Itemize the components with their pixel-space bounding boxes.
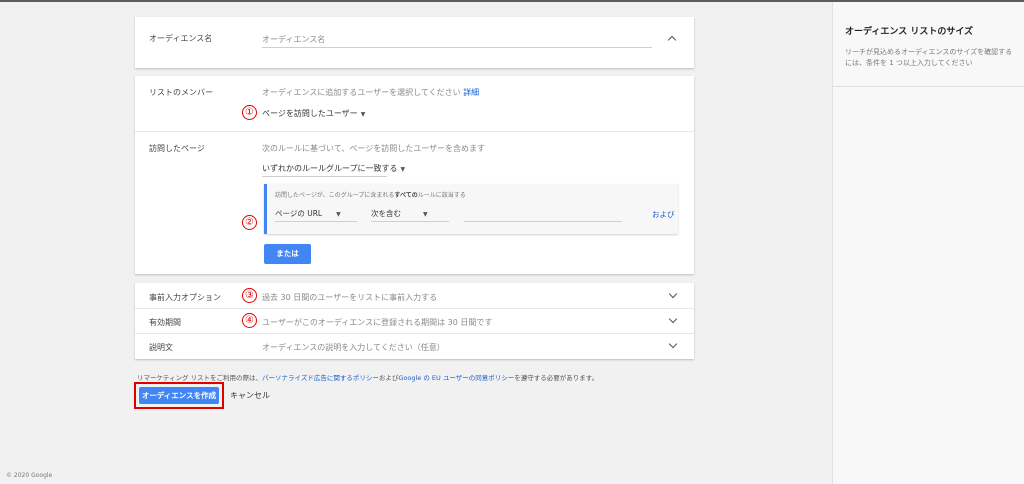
or-button[interactable]: または [264, 244, 311, 264]
audience-name-underline [262, 47, 652, 48]
rule-operator-underline [371, 221, 449, 222]
options-divider-1 [135, 308, 694, 309]
create-audience-button[interactable]: オーディエンスを作成 [139, 387, 219, 404]
group-match-select[interactable]: いずれかのルールグループに一致する ▼ [262, 163, 405, 174]
dropdown-arrow-icon: ▼ [423, 211, 428, 218]
visited-pages-hint: 次のルールに基づいて、ページを訪問したユーザーを含めます [262, 144, 486, 153]
members-details-link[interactable]: 詳細 [463, 88, 479, 97]
options-divider-2 [135, 333, 694, 334]
rule-operator-select[interactable]: 次を含む ▼ [371, 208, 428, 219]
options-card: 事前入力オプション ③ 過去 30 日間のユーザーをリストに事前入力する 有効期… [135, 283, 694, 359]
audience-name-input[interactable]: オーディエンス名 [262, 34, 325, 45]
chevron-down-icon[interactable] [668, 314, 678, 324]
dropdown-arrow-icon: ▼ [400, 166, 406, 173]
dropdown-arrow-icon: ▼ [336, 211, 341, 218]
audience-name-card: オーディエンス名 オーディエンス名 [135, 17, 694, 68]
prefill-label: 事前入力オプション [149, 293, 221, 302]
rule-group-desc-bold: すべての [394, 192, 418, 199]
and-link[interactable]: および [652, 209, 675, 220]
annotation-3: ③ [242, 288, 257, 303]
rule-field-value: ページの URL [275, 209, 323, 218]
members-card: リストのメンバー オーディエンスに追加するユーザーを選択してください 詳細 ① … [135, 76, 694, 274]
panel-divider [833, 86, 1024, 87]
members-select-value: ページを訪問したユーザー [262, 109, 358, 118]
chevron-down-icon[interactable] [668, 289, 678, 299]
notice-suffix: を遵守する必要があります。 [514, 374, 599, 382]
duration-label: 有効期間 [149, 318, 181, 327]
duration-value: ユーザーがこのオーディエンスに登録される期間は 30 日間です [262, 318, 493, 327]
audience-size-description: リーチが見込めるオーディエンスのサイズを確認するには、条件を 1 つ以上入力して… [845, 48, 1013, 67]
group-match-value: いずれかのルールグループに一致する [262, 164, 398, 173]
members-hint-text: オーディエンスに追加するユーザーを選択してください [262, 88, 461, 97]
prefill-value: 過去 30 日間のユーザーをリストに事前入力する [262, 293, 438, 302]
chevron-down-icon[interactable] [668, 339, 678, 349]
annotation-1: ① [242, 105, 257, 120]
rule-group: 訪問したページが、このグループに含まれるすべてのルールに該当する ページの UR… [264, 184, 678, 234]
members-select[interactable]: ページを訪問したユーザー ▼ [262, 108, 365, 119]
personalized-ads-policy-link[interactable]: パーソナライズド広告に関するポリシー [262, 374, 379, 382]
dropdown-arrow-icon: ▼ [360, 111, 366, 118]
cancel-button[interactable]: キャンセル [230, 390, 270, 401]
annotation-2: ② [242, 215, 257, 230]
copyright: © 2020 Google [6, 472, 53, 479]
rule-value-input[interactable] [464, 221, 622, 222]
annotation-4: ④ [242, 313, 257, 328]
audience-name-label: オーディエンス名 [149, 34, 213, 43]
policy-notice: リマーケティング リストをご利用の際は、パーソナライズド広告に関するポリシーおよ… [137, 372, 598, 382]
chevron-up-icon[interactable] [667, 35, 677, 45]
group-match-underline [262, 176, 387, 177]
notice-prefix: リマーケティング リストをご利用の際は、 [137, 374, 263, 382]
rule-group-description: 訪問したページが、このグループに含まれるすべてのルールに該当する [275, 190, 466, 199]
visited-pages-label: 訪問したページ [149, 144, 205, 153]
members-divider [135, 131, 694, 132]
rule-field-underline [275, 221, 357, 222]
rule-operator-value: 次を含む [371, 209, 401, 218]
description-label: 説明文 [149, 343, 173, 352]
notice-middle: および [378, 374, 399, 382]
audience-size-panel: オーディエンス リストのサイズ リーチが見込めるオーディエンスのサイズを確認する… [832, 2, 1024, 484]
audience-size-title: オーディエンス リストのサイズ [845, 27, 974, 37]
eu-consent-policy-link[interactable]: Google の EU ユーザーの同意ポリシー [398, 374, 514, 382]
rule-field-select[interactable]: ページの URL ▼ [275, 208, 341, 219]
members-label: リストのメンバー [149, 88, 213, 97]
create-button-highlight: オーディエンスを作成 [134, 382, 224, 409]
members-hint: オーディエンスに追加するユーザーを選択してください 詳細 [262, 87, 479, 98]
rule-group-desc-suffix: ルールに該当する [417, 192, 466, 199]
rule-group-desc-prefix: 訪問したページが、このグループに含まれる [275, 192, 395, 199]
description-input[interactable]: オーディエンスの説明を入力してください（任意） [262, 342, 445, 353]
